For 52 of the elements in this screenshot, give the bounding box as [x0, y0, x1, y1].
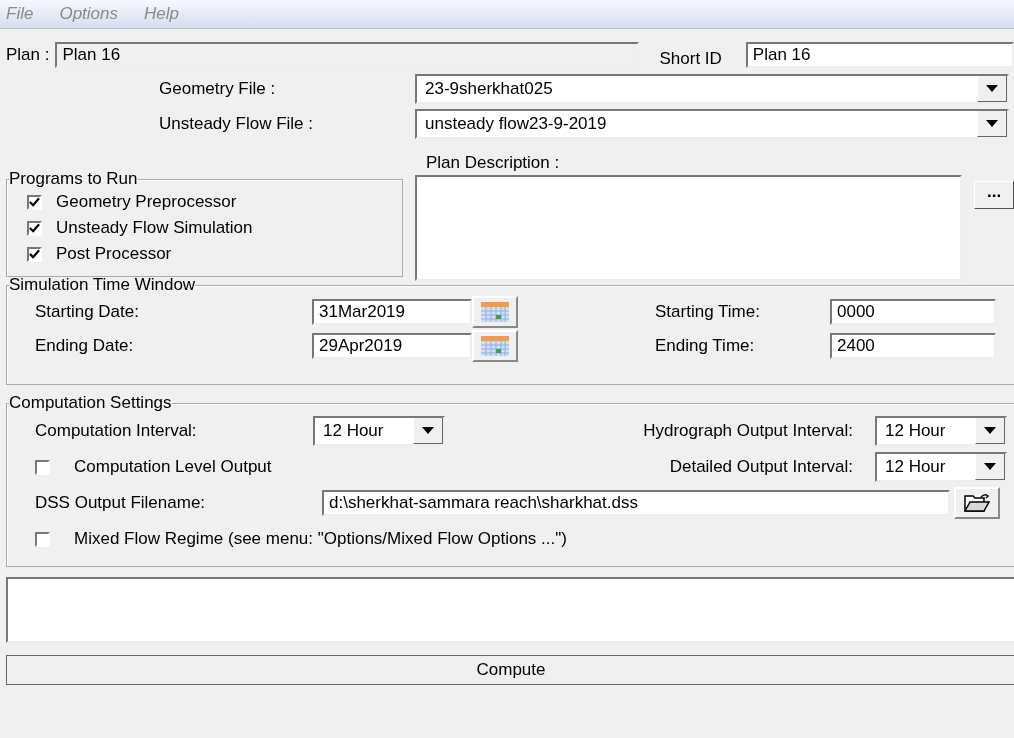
short-id-label: Short ID — [659, 49, 722, 69]
checkbox-label: Computation Level Output — [74, 457, 272, 477]
checkbox[interactable] — [35, 459, 50, 475]
group-title: Programs to Run — [9, 169, 138, 189]
plan-description-label: Plan Description : — [426, 153, 560, 173]
time-field[interactable]: 2400 — [830, 333, 996, 359]
date-label: Ending Date: — [35, 336, 135, 356]
calendar-icon — [481, 336, 509, 356]
checkbox[interactable] — [35, 531, 50, 547]
plan-description-field[interactable] — [415, 175, 963, 281]
geometry-file-dropdown[interactable]: 23-9sherkhat025 — [415, 73, 1009, 104]
plan-field[interactable]: Plan 16 — [55, 42, 640, 68]
compute-button[interactable]: Compute — [6, 655, 1014, 685]
time-label: Ending Time: — [655, 336, 756, 356]
checkbox[interactable] — [27, 194, 42, 210]
detailed-output-interval-dropdown[interactable]: 12 Hour — [875, 452, 1007, 482]
geometry-file-label: Geometry File : — [159, 78, 277, 99]
checkbox-label: Post Processor — [56, 244, 172, 264]
computation-interval-dropdown[interactable]: 12 Hour — [313, 416, 445, 446]
open-folder-button[interactable] — [954, 487, 1000, 519]
checkbox[interactable] — [27, 246, 42, 262]
dss-output-filename-label: DSS Output Filename: — [35, 493, 207, 513]
hydrograph-output-interval-label: Hydrograph Output Interval: — [643, 421, 853, 441]
group-title: Computation Settings — [9, 393, 172, 413]
calendar-icon — [481, 302, 509, 322]
time-field[interactable]: 0000 — [830, 299, 996, 325]
checkbox[interactable] — [27, 220, 42, 236]
calendar-button[interactable] — [472, 296, 518, 328]
date-label: Starting Date: — [35, 302, 140, 322]
calendar-button[interactable] — [472, 330, 518, 362]
short-id-field[interactable]: Plan 16 — [745, 42, 1014, 68]
plan-label: Plan : — [6, 45, 50, 65]
time-label: Starting Time: — [655, 302, 761, 322]
caret-icon — [986, 84, 998, 92]
browse-button[interactable]: ... — [974, 181, 1014, 209]
checkbox-label: Mixed Flow Regime (see menu: "Options/Mixed Flow Options ...") — [74, 529, 567, 549]
hydrograph-output-interval-dropdown[interactable]: 12 Hour — [875, 416, 1007, 446]
caret-icon — [422, 427, 434, 434]
date-field[interactable]: 31Mar2019 — [312, 299, 472, 325]
caret-icon — [984, 463, 996, 470]
checkbox-label: Unsteady Flow Simulation — [56, 218, 253, 238]
computation-interval-label: Computation Interval: — [35, 421, 198, 441]
group-title: Simulation Time Window — [9, 275, 196, 295]
caret-icon — [984, 427, 996, 434]
unsteady-flow-file-dropdown[interactable]: unsteady flow23-9-2019 — [415, 108, 1009, 139]
detailed-output-interval-label: Detailed Output Interval: — [669, 457, 853, 477]
unsteady-flow-file-label: Unsteady Flow File : — [159, 113, 314, 134]
checkbox-label: Geometry Preprocessor — [56, 192, 237, 212]
caret-icon — [986, 119, 998, 127]
folder-icon — [964, 493, 990, 513]
dss-output-filename-field[interactable]: d:\sherkhat-sammara reach\sharkhat.dss — [322, 490, 950, 516]
date-field[interactable]: 29Apr2019 — [312, 333, 472, 359]
